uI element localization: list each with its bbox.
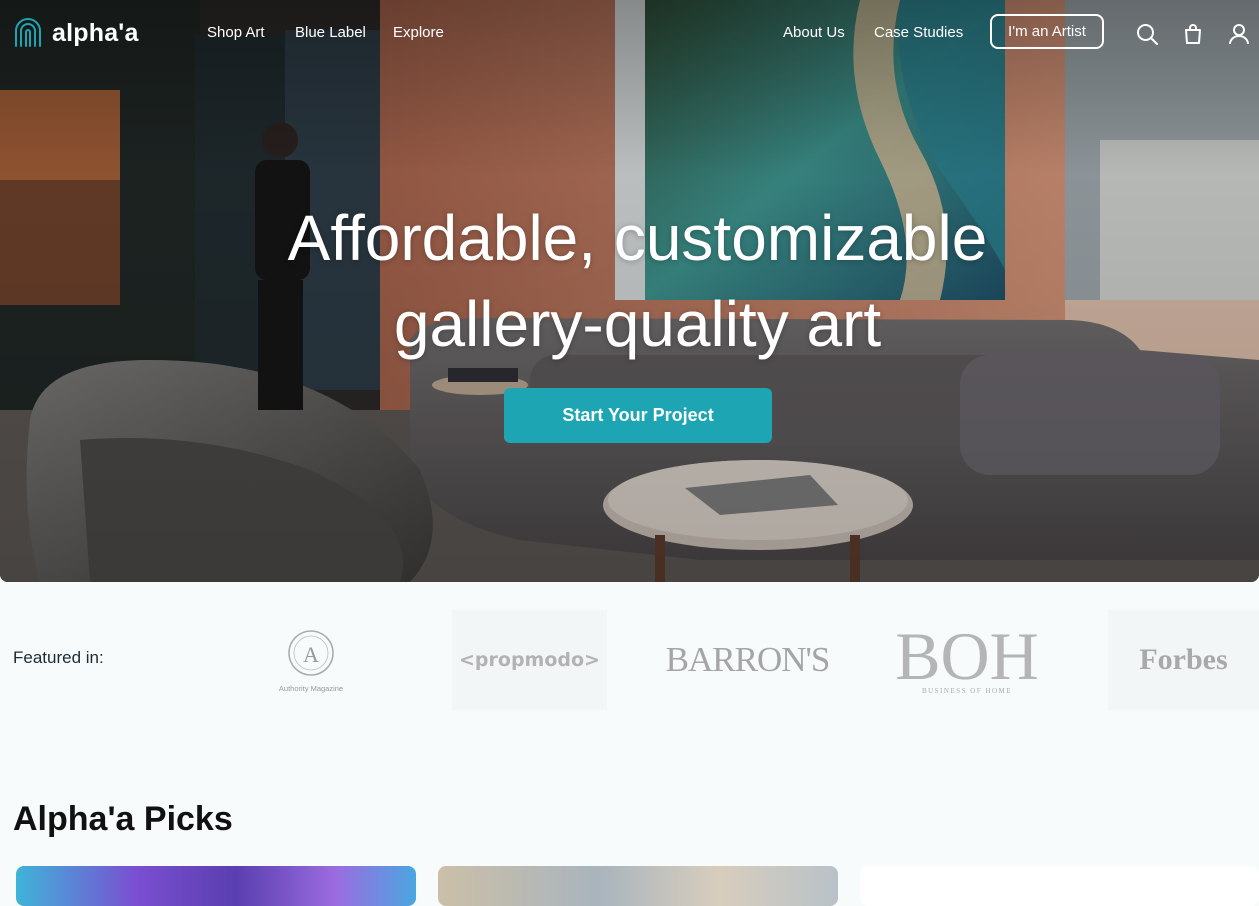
- nav-about-us[interactable]: About Us: [783, 24, 845, 41]
- hero-headline-line2: gallery-quality art: [393, 288, 882, 360]
- press-logo-forbes[interactable]: Forbes: [1108, 610, 1259, 710]
- start-your-project-button[interactable]: Start Your Project: [504, 388, 772, 443]
- press-logo-barrons[interactable]: BARRON'S: [665, 610, 831, 710]
- nav-shop-art[interactable]: Shop Art: [207, 24, 265, 41]
- press-logo-boh[interactable]: BOH BUSINESS OF HOME: [882, 610, 1052, 710]
- fingerprint-logo-icon: [15, 18, 41, 47]
- shopping-bag-icon[interactable]: [1181, 22, 1205, 46]
- nav-blue-label[interactable]: Blue Label: [295, 24, 366, 41]
- svg-text:Authority Magazine: Authority Magazine: [279, 684, 343, 693]
- section-title-alphaa-picks: Alpha'a Picks: [13, 800, 233, 838]
- im-an-artist-button[interactable]: I'm an Artist: [990, 14, 1104, 49]
- authority-magazine-logo: A Authority Magazine: [279, 630, 343, 693]
- pick-card-3[interactable]: [860, 866, 1259, 906]
- press-logo-authority-magazine[interactable]: A Authority Magazine: [236, 610, 386, 710]
- featured-in-label: Featured in:: [13, 648, 104, 667]
- propmodo-text: <propmodo>: [459, 649, 600, 671]
- pick-card-2[interactable]: [438, 866, 838, 906]
- pick-card-1[interactable]: [16, 866, 416, 906]
- hero-banner: alpha'a Shop Art Blue Label Explore Abou…: [0, 0, 1259, 582]
- hero-headline-line1: Affordable, customizable: [287, 202, 988, 274]
- nav-case-studies[interactable]: Case Studies: [874, 24, 963, 41]
- search-icon[interactable]: [1135, 22, 1159, 46]
- forbes-text: Forbes: [1139, 643, 1228, 676]
- hero-headline: Affordable, customizable gallery-quality…: [0, 195, 1259, 367]
- brand-name: alpha'a: [52, 18, 139, 47]
- press-logo-propmodo[interactable]: <propmodo>: [452, 610, 607, 710]
- nav-explore[interactable]: Explore: [393, 24, 444, 41]
- user-icon[interactable]: [1227, 22, 1251, 46]
- svg-text:A: A: [303, 642, 319, 667]
- barrons-text: BARRON'S: [665, 640, 831, 679]
- boh-subtext: BUSINESS OF HOME: [921, 687, 1013, 695]
- brand-logo[interactable]: alpha'a: [12, 16, 139, 50]
- boh-text: BOH: [895, 618, 1039, 694]
- top-nav: alpha'a Shop Art Blue Label Explore Abou…: [0, 0, 1259, 66]
